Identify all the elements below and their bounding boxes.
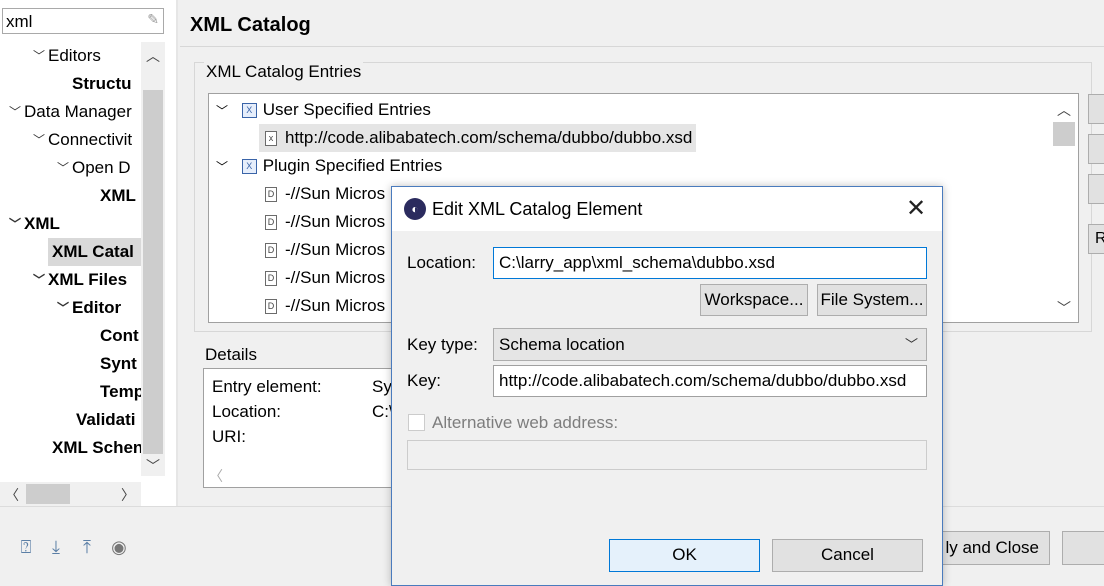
location-input[interactable]: C:\larry_app\xml_schema\dubbo.xsd [493, 247, 927, 279]
cancel-button[interactable]: Cancel [772, 539, 923, 572]
tree-item-xml-files[interactable]: ﹀ XML Files [30, 266, 127, 294]
cancel-preferences-button[interactable] [1062, 531, 1104, 565]
export-icon[interactable]: ⤒ [76, 536, 98, 558]
xsd-file-icon: x [265, 131, 277, 147]
workspace-button[interactable]: Workspace... [700, 284, 808, 316]
entry-dtd[interactable]: D -//Sun Micros [265, 264, 385, 292]
key-type-label: Key type: [407, 335, 478, 354]
chevron-down-icon[interactable]: ﹀ [6, 98, 24, 126]
title-separator [180, 46, 1104, 47]
panel-splitter[interactable] [176, 0, 178, 506]
detail-key-uri: URI: [212, 427, 246, 446]
entry-dtd[interactable]: D -//Sun Micros [265, 236, 385, 264]
key-label: Key: [407, 371, 442, 390]
detail-key-entry-element: Entry element: [212, 377, 322, 396]
tree-item-open-data-xml[interactable]: XML [82, 182, 136, 210]
chevron-down-icon[interactable]: ﹀ [213, 97, 231, 125]
detail-value-entry-element: Sy [372, 377, 392, 396]
dtd-file-icon: D [265, 299, 277, 315]
entry-dtd[interactable]: D -//Sun Micros [265, 180, 385, 208]
nav-horizontal-scroll-thumb[interactable] [26, 484, 70, 504]
chevron-down-icon: ﹀ [904, 337, 918, 352]
chevron-down-icon[interactable]: ﹀ [30, 126, 48, 154]
tree-item-editors[interactable]: ﹀ Editors [30, 42, 101, 70]
entry-dtd[interactable]: D -//Sun Micros [265, 208, 385, 236]
ok-button[interactable]: OK [609, 539, 760, 572]
dialog-title: Edit XML Catalog Element [432, 199, 643, 219]
preferences-tree: ﹀ Editors Structu ﹀ Data Manager ﹀ Connecti… [0, 42, 141, 476]
catalog-entries-label: XML Catalog Entries [204, 62, 364, 82]
edit-entry-button[interactable] [1088, 134, 1104, 164]
detail-value-location: C:\ [372, 402, 393, 421]
location-label: Location: [407, 253, 476, 272]
help-icon[interactable]: ⍰ [15, 536, 37, 558]
chevron-down-icon[interactable]: ﹀ [6, 210, 24, 238]
scroll-left-icon[interactable]: 〈 [2, 485, 22, 505]
alternative-web-address-label: Alternative web address: [432, 413, 619, 432]
tree-item-validation[interactable]: Validati [58, 406, 136, 434]
import-icon[interactable]: ⤓ [45, 536, 67, 558]
clear-filter-icon[interactable]: ✎ [147, 11, 159, 28]
tree-item-syntax-coloring[interactable]: Synt [82, 350, 137, 378]
scroll-up-icon[interactable]: ︿ [1054, 100, 1074, 120]
tree-item-content-assist[interactable]: Cont [82, 322, 139, 350]
tree-item-connectivity[interactable]: ﹀ Connectivit [30, 126, 132, 154]
detail-key-location: Location: [212, 402, 281, 421]
filter-input[interactable]: xml ✎ [2, 8, 164, 34]
entry-dtd[interactable]: D -//Sun Micros [265, 292, 385, 320]
page-title: XML Catalog [190, 14, 311, 36]
key-type-select[interactable]: Schema location ﹀ [493, 328, 927, 361]
scroll-down-icon[interactable]: ﹀ [143, 456, 163, 476]
alternative-web-address-input[interactable] [407, 440, 927, 470]
catalog-icon: X [241, 159, 257, 175]
alternative-web-address-checkbox[interactable] [408, 414, 425, 431]
scroll-up-icon[interactable]: ︿ [143, 46, 163, 66]
scroll-down-icon[interactable]: ﹀ [1054, 298, 1074, 318]
tree-item-structure[interactable]: Structu [54, 70, 132, 98]
tree-item-xml-schema[interactable]: XML Schen [34, 434, 141, 462]
scroll-right-icon[interactable]: 〉 [118, 485, 138, 505]
catalog-icon: X [241, 103, 257, 119]
dtd-file-icon: D [265, 271, 277, 287]
file-system-button[interactable]: File System... [817, 284, 927, 316]
tree-item-data-management[interactable]: ﹀ Data Manager [6, 98, 132, 126]
entries-vertical-scroll-thumb[interactable] [1053, 122, 1075, 146]
chevron-down-icon[interactable]: ﹀ [30, 42, 48, 70]
chevron-down-icon[interactable]: ﹀ [30, 266, 48, 294]
key-input[interactable]: http://code.alibabatech.com/schema/dubbo… [493, 365, 927, 397]
details-label: Details [205, 345, 257, 364]
entry-xsd-dubbo[interactable]: x http://code.alibabatech.com/schema/dubb… [259, 124, 697, 152]
dtd-file-icon: D [265, 187, 277, 203]
close-icon[interactable]: ✕ [898, 193, 934, 225]
chevron-down-icon[interactable]: ﹀ [54, 294, 72, 322]
entry-category-plugin[interactable]: ﹀ X Plugin Specified Entries [213, 152, 442, 180]
chevron-down-icon[interactable]: ﹀ [54, 154, 72, 182]
tree-item-open-data[interactable]: ﹀ Open D [54, 154, 131, 182]
dtd-file-icon: D [265, 215, 277, 231]
tree-item-xml[interactable]: ﹀ XML [6, 210, 60, 238]
entry-category-user[interactable]: ﹀ X User Specified Entries [213, 96, 431, 124]
eclipse-app-icon: ◐ [404, 198, 426, 220]
tree-item-editor[interactable]: ﹀ Editor [54, 294, 121, 322]
add-entry-button[interactable] [1088, 94, 1104, 124]
tree-item-xml-catalog[interactable]: XML Catal [48, 238, 141, 266]
nav-vertical-scroll-thumb[interactable] [143, 90, 163, 454]
tree-item-templates[interactable]: Temp [82, 378, 141, 406]
remove-entry-button[interactable] [1088, 174, 1104, 204]
reload-entries-button[interactable]: R [1088, 224, 1104, 254]
edit-catalog-element-dialog: ◐ Edit XML Catalog Element ✕ Location: C… [391, 186, 943, 586]
details-horizontal-scrollbar[interactable] [204, 464, 392, 486]
chevron-down-icon[interactable]: ﹀ [213, 153, 231, 181]
record-icon[interactable]: ◉ [108, 536, 130, 558]
dialog-titlebar: ◐ Edit XML Catalog Element ✕ [392, 187, 942, 231]
filter-input-text: xml [6, 12, 33, 31]
dtd-file-icon: D [265, 243, 277, 259]
scroll-left-icon[interactable]: 〈 [206, 466, 226, 486]
